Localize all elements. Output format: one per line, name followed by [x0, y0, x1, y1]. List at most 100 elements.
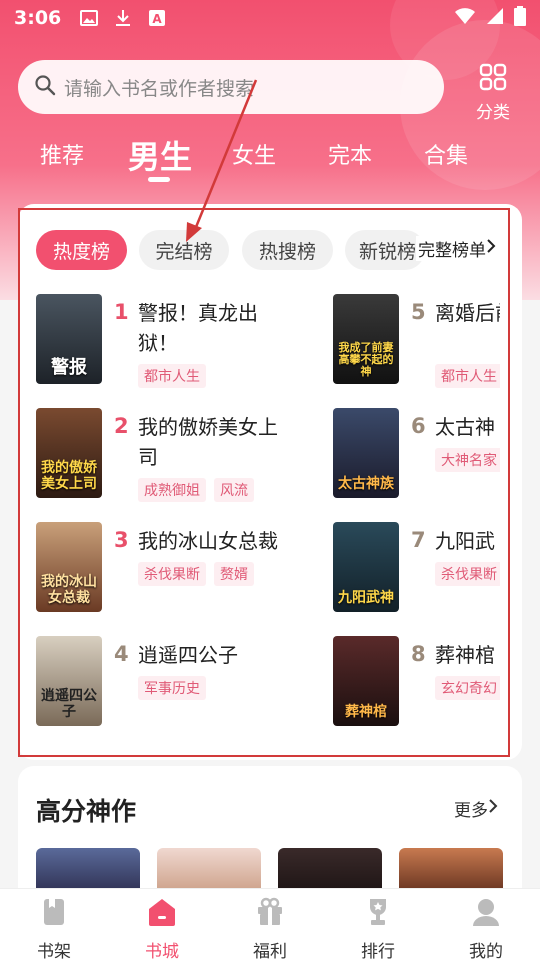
chip-finished[interactable]: 完结榜: [139, 230, 229, 270]
rank-number: 3: [114, 528, 129, 552]
nav-profile[interactable]: 我的: [446, 897, 526, 960]
status-bar: 3:06 A: [0, 0, 540, 36]
book-tag: 赘婿: [214, 562, 254, 586]
bottom-nav: 书架 书城 福利 排行 我的: [0, 888, 540, 960]
svg-text:A: A: [153, 12, 163, 26]
book-item[interactable]: 我的冰山女总裁 3 我的冰山女总裁 杀伐果断 赘婿: [36, 522, 336, 614]
trophy-icon: [363, 897, 393, 931]
tab-female[interactable]: 女生: [232, 138, 276, 170]
tag-list: 都市人生: [435, 364, 500, 388]
tag-list: 军事历史: [138, 676, 206, 700]
book-tag: 玄幻奇幻: [435, 676, 500, 700]
chevron-right-icon: [486, 238, 496, 259]
battery-icon: [514, 6, 526, 30]
nav-bookstore[interactable]: 书城: [122, 897, 202, 960]
app-a-icon: A: [147, 8, 167, 28]
book-cover: 太古神族: [333, 408, 399, 498]
cover-title: 我的冰山女总裁: [41, 574, 97, 606]
tab-collection[interactable]: 合集: [424, 138, 468, 170]
book-item[interactable]: 九阳武神 7 九阳武 杀伐果断: [333, 522, 500, 614]
tag-list: 杀伐果断: [435, 562, 500, 586]
book-title: 葬神棺: [435, 643, 495, 667]
rank-number: 1: [114, 300, 129, 324]
cover-title: 太古神族: [338, 475, 394, 492]
rank-number: 7: [411, 528, 426, 552]
book-item[interactable]: 太古神族 6 太古神 大神名家: [333, 408, 500, 500]
nav-welfare[interactable]: 福利: [230, 897, 310, 960]
book-item[interactable]: 葬神棺 8 葬神棺 玄幻奇幻: [333, 636, 500, 728]
book-tag: 都市人生: [435, 364, 500, 388]
chip-new[interactable]: 新锐榜: [345, 230, 425, 270]
book-tag: 都市人生: [138, 364, 206, 388]
tag-list: 大神名家: [435, 448, 500, 472]
book-item[interactable]: 逍遥四公子 4 逍遥四公子 军事历史: [36, 636, 336, 728]
book-tag: 成熟御姐: [138, 478, 206, 502]
cover-title: 我的傲娇美女上司: [41, 460, 97, 492]
nav-ranking[interactable]: 排行: [338, 897, 418, 960]
rank-number: 5: [411, 300, 426, 324]
more-label: 更多: [454, 801, 488, 821]
book-tag: 风流: [214, 478, 254, 502]
book-title: 我的傲娇美女上司: [138, 415, 278, 469]
nav-label: 福利: [253, 942, 287, 960]
tag-list: 杀伐果断 赘婿: [138, 562, 254, 586]
book-cover: 逍遥四公子: [36, 636, 102, 726]
category-label: 分类: [476, 103, 510, 123]
rank-number: 6: [411, 414, 426, 438]
tab-finished[interactable]: 完本: [328, 138, 372, 170]
book-cover: 我成了前妻高攀不起的神: [333, 294, 399, 384]
nav-label: 书架: [37, 942, 71, 960]
more-link[interactable]: 更多: [454, 796, 498, 821]
book-tag: 杀伐果断: [435, 562, 500, 586]
status-time: 3:06: [14, 7, 62, 29]
full-rank-link[interactable]: 完整榜单: [416, 236, 496, 261]
book-tag: 杀伐果断: [138, 562, 206, 586]
book-item[interactable]: 我成了前妻高攀不起的神 5 离婚后前妻高 都市人生: [333, 294, 500, 388]
book-item[interactable]: 我的傲娇美女上司 2 我的傲娇美女上司 成熟御姐 风流: [36, 408, 336, 502]
book-cover: 葬神棺: [333, 636, 399, 726]
cover-title: 逍遥四公子: [41, 688, 97, 720]
gender-tabs: 推荐 男生 女生 完本 合集: [0, 132, 540, 184]
chip-trending[interactable]: 热搜榜: [242, 230, 333, 270]
chevron-right-icon: [488, 798, 498, 819]
nav-label: 书城: [145, 942, 179, 960]
nav-bookshelf[interactable]: 书架: [14, 897, 94, 960]
search-bar[interactable]: 请输入书名或作者搜索: [18, 60, 444, 114]
cover-title: 葬神棺: [345, 703, 387, 720]
tag-list: 都市人生: [138, 364, 206, 388]
search-placeholder: 请输入书名或作者搜索: [64, 77, 255, 100]
cover-title: 警报: [51, 357, 87, 379]
book-cover: 我的冰山女总裁: [36, 522, 102, 612]
user-icon: [471, 897, 501, 931]
book-item[interactable]: 警报 1 警报！真龙出狱！ 都市人生: [36, 294, 336, 388]
book-title: 九阳武: [435, 529, 495, 553]
search-icon: [34, 74, 56, 100]
tab-recommend[interactable]: 推荐: [40, 138, 84, 170]
image-icon: [79, 8, 99, 28]
gift-icon: [255, 897, 285, 931]
section-title: 高分神作: [36, 797, 137, 826]
rank-number: 4: [114, 642, 129, 666]
grid-icon: [478, 62, 508, 96]
tab-male[interactable]: 男生: [128, 132, 192, 178]
home-icon: [146, 897, 178, 931]
category-button[interactable]: 分类: [466, 62, 520, 123]
rank-number: 8: [411, 642, 426, 666]
chip-hot[interactable]: 热度榜: [36, 230, 127, 270]
book-cover: 警报: [36, 294, 102, 384]
download-icon: [113, 8, 133, 28]
wifi-icon: [454, 7, 476, 29]
full-rank-label: 完整榜单: [418, 241, 486, 261]
book-title: 我的冰山女总裁: [138, 529, 278, 553]
ranking-list: 警报 1 警报！真龙出狱！ 都市人生 我的傲娇美女上司 2 我的傲娇美女上司 成…: [36, 290, 500, 740]
rank-number: 2: [114, 414, 129, 438]
book-title: 逍遥四公子: [138, 643, 238, 667]
signal-icon: [486, 7, 504, 29]
tab-indicator: [148, 177, 170, 182]
tag-list: 成熟御姐 风流: [138, 478, 254, 502]
nav-label: 我的: [469, 942, 503, 960]
book-title: 离婚后前妻高: [435, 301, 500, 325]
book-title: 太古神: [435, 415, 495, 439]
cover-title: 我成了前妻高攀不起的神: [338, 340, 394, 378]
tag-list: 玄幻奇幻: [435, 676, 500, 700]
